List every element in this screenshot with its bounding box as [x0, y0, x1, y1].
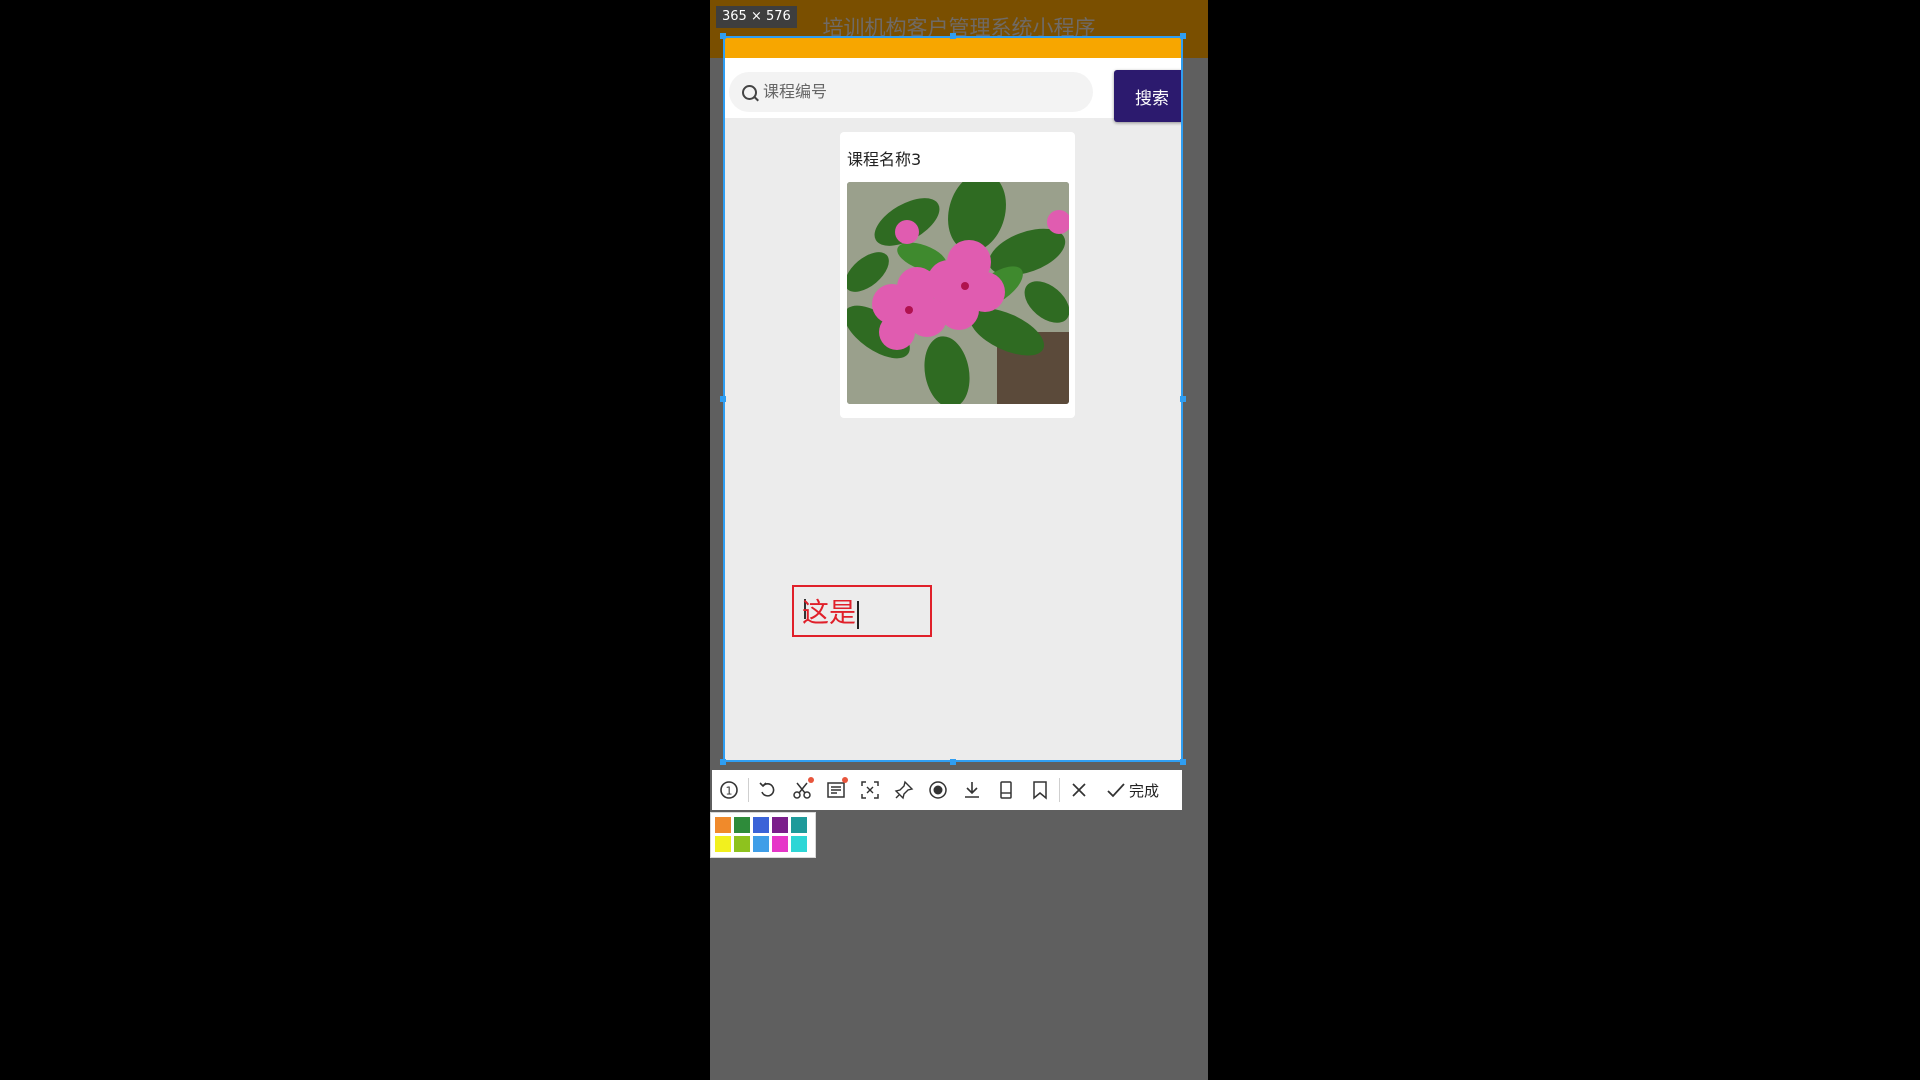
close-icon[interactable] [1062, 773, 1096, 807]
capture-region[interactable]: 搜索 课程名称3 [723, 36, 1183, 762]
bookmark-icon[interactable] [1023, 773, 1057, 807]
fullscreen-select-icon[interactable] [853, 773, 887, 807]
search-icon [742, 85, 757, 100]
undo-icon[interactable] [751, 773, 785, 807]
check-icon [1107, 783, 1125, 798]
search-input[interactable] [763, 72, 1063, 112]
step-number-icon[interactable]: 1 [712, 773, 746, 807]
text-annotation-box[interactable]: 这是 [792, 585, 932, 637]
scissors-icon[interactable] [785, 773, 819, 807]
annotation-text[interactable]: 这是 [802, 591, 859, 630]
color-swatch[interactable] [753, 836, 769, 852]
color-swatch[interactable] [753, 817, 769, 833]
resize-handle-w[interactable] [720, 396, 726, 402]
annotation-text-value: 这是 [802, 598, 856, 629]
search-row: 搜索 [723, 58, 1183, 122]
color-palette [710, 812, 816, 858]
resize-handle-sw[interactable] [720, 759, 726, 765]
resize-handle-ne[interactable] [1180, 33, 1186, 39]
svg-text:1: 1 [726, 785, 733, 798]
download-icon[interactable] [955, 773, 989, 807]
notification-dot [842, 777, 848, 783]
color-swatch[interactable] [734, 817, 750, 833]
course-card[interactable]: 课程名称3 [840, 132, 1075, 418]
color-swatch[interactable] [772, 817, 788, 833]
flower-photo[interactable] [847, 182, 1069, 404]
screenshot-toolbar: 1 完成 [712, 770, 1182, 810]
notification-dot [808, 777, 814, 783]
resize-handle-n[interactable] [950, 33, 956, 39]
toolbar-divider [1059, 778, 1060, 802]
color-swatch[interactable] [715, 817, 731, 833]
resize-handle-se[interactable] [1180, 759, 1186, 765]
header-strip [723, 36, 1183, 58]
pin-icon[interactable] [887, 773, 921, 807]
resize-handle-s[interactable] [950, 759, 956, 765]
record-icon[interactable] [921, 773, 955, 807]
color-swatch[interactable] [715, 836, 731, 852]
course-title: 课程名称3 [847, 150, 922, 169]
color-swatch[interactable] [791, 836, 807, 852]
caret [857, 600, 859, 629]
resize-handle-nw[interactable] [720, 33, 726, 39]
search-button[interactable]: 搜索 [1114, 70, 1183, 122]
color-swatch[interactable] [791, 817, 807, 833]
long-screenshot-icon[interactable] [989, 773, 1023, 807]
search-box[interactable] [729, 72, 1093, 112]
resize-handle-e[interactable] [1180, 396, 1186, 402]
done-label: 完成 [1129, 781, 1160, 800]
toolbar-divider [748, 778, 749, 802]
done-button[interactable]: 完成 [1102, 773, 1163, 807]
color-swatch[interactable] [772, 836, 788, 852]
ocr-text-icon[interactable] [819, 773, 853, 807]
selection-size-label: 365 × 576 [716, 6, 797, 28]
color-swatch[interactable] [734, 836, 750, 852]
